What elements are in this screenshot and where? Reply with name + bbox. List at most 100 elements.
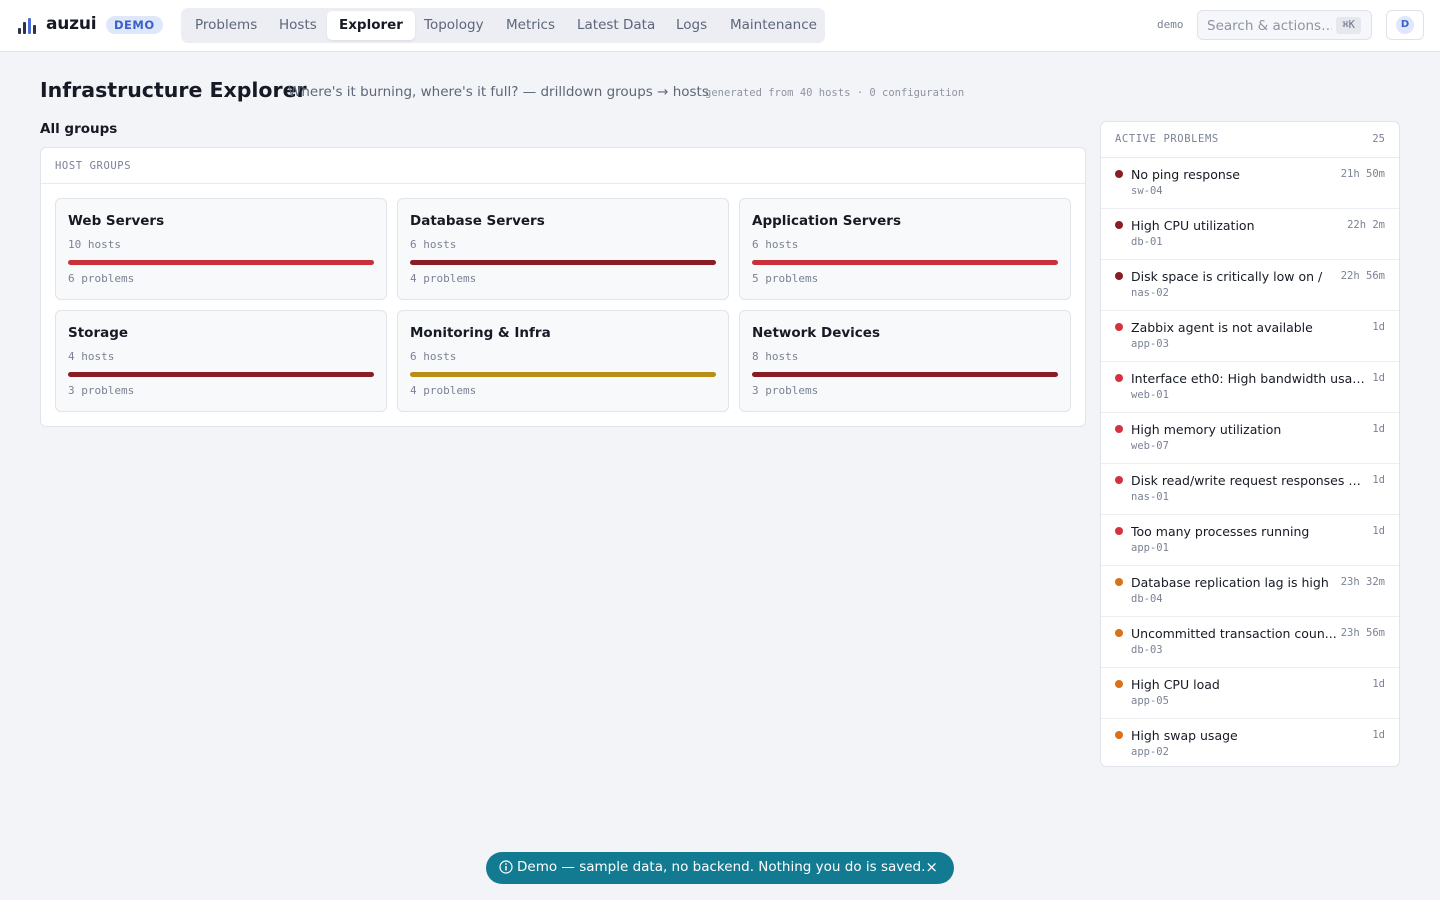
problem-age: 22h 56m [1340, 270, 1385, 282]
active-problems-header: ACTIVE PROBLEMS 25 [1101, 122, 1399, 158]
group-host-count: 4 hosts [68, 350, 115, 363]
group-host-count: 10 hosts [68, 238, 121, 251]
problem-row[interactable]: No ping response 21h 50m sw-04 [1101, 158, 1399, 209]
problem-row[interactable]: Disk space is critically low on / 22h 56m… [1101, 260, 1399, 311]
toast-close-button[interactable]: × [925, 858, 938, 876]
problem-name: Database replication lag is high [1131, 575, 1329, 590]
problem-name: No ping response [1131, 167, 1240, 182]
group-problem-count: 5 problems [752, 272, 819, 285]
problem-host[interactable]: app-05 [1131, 695, 1169, 707]
problem-row[interactable]: Disk read/write request responses ar... 1… [1101, 464, 1399, 515]
problem-row[interactable]: High swap usage 1d app-02 [1101, 719, 1399, 766]
host-groups-header: HOST GROUPS [41, 148, 1085, 184]
problem-age: 23h 32m [1340, 576, 1385, 588]
group-name: Web Servers [68, 213, 165, 229]
group-card-database-servers[interactable]: Database Servers 6 hosts 4 problems [397, 198, 729, 300]
group-host-count: 6 hosts [410, 238, 457, 251]
page-subtitle: Where's it burning, where's it full? — d… [288, 84, 709, 100]
group-problem-count: 6 problems [68, 272, 135, 285]
problem-age: 1d [1372, 729, 1385, 741]
problem-age: 1d [1372, 474, 1385, 486]
problem-row[interactable]: Database replication lag is high 23h 32m d… [1101, 566, 1399, 617]
problem-row[interactable]: High memory utilization 1d web-07 [1101, 413, 1399, 464]
page-title: Infrastructure Explorer [40, 78, 307, 102]
problem-age: 21h 50m [1340, 168, 1385, 180]
severity-dot-icon [1115, 680, 1123, 688]
search-input[interactable] [1207, 17, 1332, 35]
nav-item-hosts[interactable]: Hosts [267, 11, 329, 40]
group-name: Application Servers [752, 213, 901, 229]
group-name: Database Servers [410, 213, 545, 229]
group-host-count: 8 hosts [752, 350, 799, 363]
problem-host[interactable]: app-01 [1131, 542, 1169, 554]
group-health-bar [752, 260, 1058, 265]
problem-host[interactable]: app-02 [1131, 746, 1169, 758]
group-problem-count: 4 problems [410, 272, 477, 285]
nav-item-metrics[interactable]: Metrics [494, 11, 567, 40]
problem-age: 1d [1372, 321, 1385, 333]
problem-name: Disk read/write request responses ar... [1131, 473, 1367, 488]
problem-host[interactable]: nas-02 [1131, 287, 1169, 299]
severity-dot-icon [1115, 374, 1123, 382]
search-box[interactable]: ⌘K [1197, 10, 1372, 40]
group-health-bar [410, 260, 716, 265]
problem-host[interactable]: db-04 [1131, 593, 1163, 605]
demo-toast: Demo — sample data, no backend. Nothing … [486, 852, 954, 884]
active-problems-title: ACTIVE PROBLEMS [1115, 133, 1219, 145]
severity-dot-icon [1115, 527, 1123, 535]
problem-name: High swap usage [1131, 728, 1238, 743]
nav-item-explorer[interactable]: Explorer [327, 11, 415, 40]
problem-name: Zabbix agent is not available [1131, 320, 1313, 335]
problem-age: 1d [1372, 423, 1385, 435]
group-card-storage[interactable]: Storage 4 hosts 3 problems [55, 310, 387, 412]
group-card-application-servers[interactable]: Application Servers 6 hosts 5 problems [739, 198, 1071, 300]
group-name: Monitoring & Infra [410, 325, 551, 341]
problem-list: No ping response 21h 50m sw-04 High CPU uti… [1101, 158, 1399, 766]
group-host-count: 6 hosts [752, 238, 799, 251]
problem-row[interactable]: Too many processes running 1d app-01 [1101, 515, 1399, 566]
nav-item-latest-data[interactable]: Latest Data [565, 11, 667, 40]
problem-row[interactable]: Zabbix agent is not available 1d app-03 [1101, 311, 1399, 362]
breadcrumb: All groups [40, 121, 118, 137]
nav-item-problems[interactable]: Problems [183, 11, 269, 40]
problem-row[interactable]: High CPU load 1d app-05 [1101, 668, 1399, 719]
problem-host[interactable]: web-07 [1131, 440, 1169, 452]
severity-dot-icon [1115, 170, 1123, 178]
app-name[interactable]: auzui [46, 14, 97, 34]
group-card-monitoring-infra[interactable]: Monitoring & Infra 6 hosts 4 problems [397, 310, 729, 412]
nav-item-topology[interactable]: Topology [412, 11, 496, 40]
problem-name: Too many processes running [1131, 524, 1310, 539]
group-problem-count: 3 problems [752, 384, 819, 397]
severity-dot-icon [1115, 425, 1123, 433]
problem-host[interactable]: web-01 [1131, 389, 1169, 401]
nav-item-maintenance[interactable]: Maintenance [718, 11, 829, 40]
severity-dot-icon [1115, 476, 1123, 484]
user-menu-button[interactable]: D [1386, 10, 1424, 40]
problem-name: High CPU utilization [1131, 218, 1255, 233]
severity-dot-icon [1115, 272, 1123, 280]
group-health-bar [68, 372, 374, 377]
nav-item-logs[interactable]: Logs [664, 11, 719, 40]
group-name: Storage [68, 325, 129, 341]
logo-bars-icon [18, 18, 36, 34]
group-name: Network Devices [752, 325, 880, 341]
group-card-network-devices[interactable]: Network Devices 8 hosts 3 problems [739, 310, 1071, 412]
problem-host[interactable]: nas-01 [1131, 491, 1169, 503]
problem-age: 1d [1372, 678, 1385, 690]
problem-name: High memory utilization [1131, 422, 1282, 437]
problem-row[interactable]: Uncommitted transaction coun... 23h 56m db… [1101, 617, 1399, 668]
main-nav: Problems Hosts Explorer Topology Metrics… [181, 8, 825, 43]
group-health-bar [752, 372, 1058, 377]
severity-dot-icon [1115, 221, 1123, 229]
user-label: demo [1157, 18, 1184, 31]
problem-name: Disk space is critically low on / [1131, 269, 1323, 284]
problem-host[interactable]: db-01 [1131, 236, 1163, 248]
problem-host[interactable]: sw-04 [1131, 185, 1163, 197]
problem-row[interactable]: High CPU utilization 22h 2m db-01 [1101, 209, 1399, 260]
problem-host[interactable]: db-03 [1131, 644, 1163, 656]
problem-age: 1d [1372, 525, 1385, 537]
problem-host[interactable]: app-03 [1131, 338, 1169, 350]
active-problems-panel: ACTIVE PROBLEMS 25 No ping response 21h 5… [1100, 121, 1400, 767]
problem-row[interactable]: Interface eth0: High bandwidth usage 1d we… [1101, 362, 1399, 413]
group-card-web-servers[interactable]: Web Servers 10 hosts 6 problems [55, 198, 387, 300]
